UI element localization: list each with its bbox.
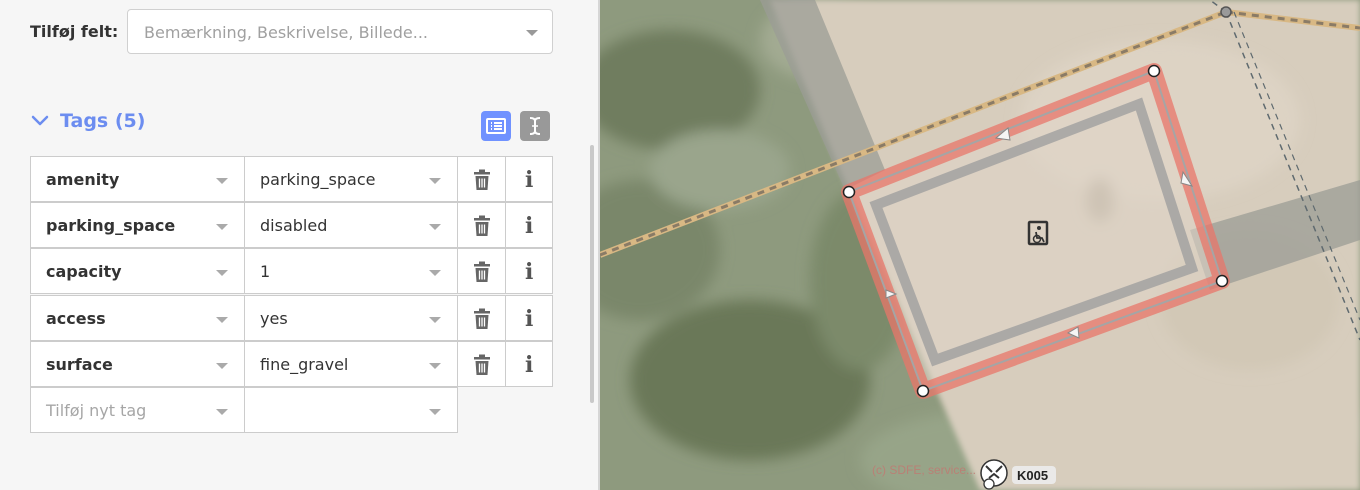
map-canvas[interactable]: (c) SDFE, service... K005 (600, 0, 1360, 490)
new-tag-row: Tilføj nyt tag (30, 387, 553, 433)
chevron-down-icon (31, 115, 49, 126)
text-view-button[interactable] (520, 111, 550, 141)
area-vertex[interactable] (1215, 274, 1229, 288)
tag-key-text: parking_space (46, 216, 176, 235)
tag-key-text: capacity (46, 262, 122, 281)
chevron-down-icon[interactable] (429, 178, 441, 184)
tag-value-text: disabled (260, 216, 328, 235)
tag-value-input[interactable]: yes (244, 295, 458, 341)
area-vertex[interactable] (1147, 64, 1161, 78)
trash-icon (474, 215, 490, 236)
inspector-panel: Tilføj felt: Bemærkning, Beskrivelse, Bi… (0, 0, 598, 490)
tags-section-toggle[interactable]: Tags (5) (30, 108, 145, 134)
list-view-button[interactable] (481, 111, 511, 141)
tag-key-input[interactable]: access (30, 295, 245, 341)
info-icon: i (525, 213, 534, 239)
list-view-icon (486, 118, 506, 134)
trash-icon (474, 169, 490, 190)
tag-key-input[interactable]: amenity (30, 156, 245, 202)
chevron-down-icon[interactable] (216, 409, 228, 415)
marker-label: K005 (1017, 468, 1048, 483)
tag-row: surface fine_gravel i (30, 341, 553, 387)
tag-info-button[interactable]: i (505, 156, 553, 202)
trash-icon (474, 261, 490, 282)
delete-tag-button[interactable] (457, 202, 506, 248)
chevron-down-icon[interactable] (216, 270, 228, 276)
imagery-attribution: (c) SDFE, service... (872, 463, 976, 477)
tag-key-input[interactable]: parking_space (30, 202, 245, 248)
tag-info-button[interactable]: i (505, 295, 553, 341)
chevron-down-icon[interactable] (429, 270, 441, 276)
info-icon: i (525, 259, 534, 285)
tags-section-title: Tags (5) (60, 110, 146, 132)
area-vertex[interactable] (916, 384, 930, 398)
tag-row: parking_space disabled i (30, 202, 553, 248)
tag-value-text: fine_gravel (260, 355, 349, 374)
delete-tag-button[interactable] (457, 295, 506, 341)
info-icon: i (525, 352, 534, 378)
tag-info-button[interactable]: i (505, 202, 553, 248)
tag-key-text: surface (46, 355, 113, 374)
panel-scrollbar[interactable] (590, 145, 594, 403)
add-field-combo[interactable]: Bemærkning, Beskrivelse, Billede... (127, 9, 553, 54)
chevron-down-icon[interactable] (216, 224, 228, 230)
tag-row: access yes i (30, 295, 553, 341)
map-view[interactable]: (c) SDFE, service... K005 (600, 0, 1360, 490)
chevron-down-icon[interactable] (429, 224, 441, 230)
trash-icon (474, 354, 490, 375)
chevron-down-icon[interactable] (216, 178, 228, 184)
tag-value-text: parking_space (260, 170, 376, 189)
area-vertex[interactable] (842, 185, 856, 199)
tag-value-text: yes (260, 309, 288, 328)
tag-key-input[interactable]: capacity (30, 248, 245, 294)
chevron-down-icon[interactable] (429, 409, 441, 415)
delete-tag-button[interactable] (457, 156, 506, 202)
tag-info-button[interactable]: i (505, 248, 553, 294)
tag-value-input[interactable]: disabled (244, 202, 458, 248)
chevron-down-icon[interactable] (216, 317, 228, 323)
add-field-label: Tilføj felt: (30, 22, 119, 41)
info-icon: i (525, 167, 534, 193)
chevron-down-icon[interactable] (429, 363, 441, 369)
add-field-placeholder: Bemærkning, Beskrivelse, Billede... (144, 23, 428, 42)
tag-key-input[interactable]: surface (30, 341, 245, 387)
new-tag-value-input[interactable] (244, 387, 458, 433)
path-vertex[interactable] (1220, 6, 1232, 18)
chevron-down-icon[interactable] (429, 317, 441, 323)
delete-tag-button[interactable] (457, 341, 506, 387)
chevron-down-icon (526, 30, 538, 36)
tag-value-input[interactable]: 1 (244, 248, 458, 294)
text-cursor-icon (529, 117, 541, 135)
tag-row: capacity 1 i (30, 248, 553, 294)
trash-icon (474, 308, 490, 329)
tag-row: amenity parking_space i (30, 156, 553, 202)
chevron-down-icon[interactable] (216, 363, 228, 369)
new-tag-key-input[interactable]: Tilføj nyt tag (30, 387, 245, 433)
new-tag-key-placeholder: Tilføj nyt tag (46, 401, 147, 420)
info-icon: i (525, 306, 534, 332)
tag-value-input[interactable]: parking_space (244, 156, 458, 202)
delete-tag-button[interactable] (457, 248, 506, 294)
tag-info-button[interactable]: i (505, 341, 553, 387)
tag-key-text: amenity (46, 170, 120, 189)
tag-key-text: access (46, 309, 106, 328)
tag-value-input[interactable]: fine_gravel (244, 341, 458, 387)
tag-value-text: 1 (260, 262, 271, 281)
